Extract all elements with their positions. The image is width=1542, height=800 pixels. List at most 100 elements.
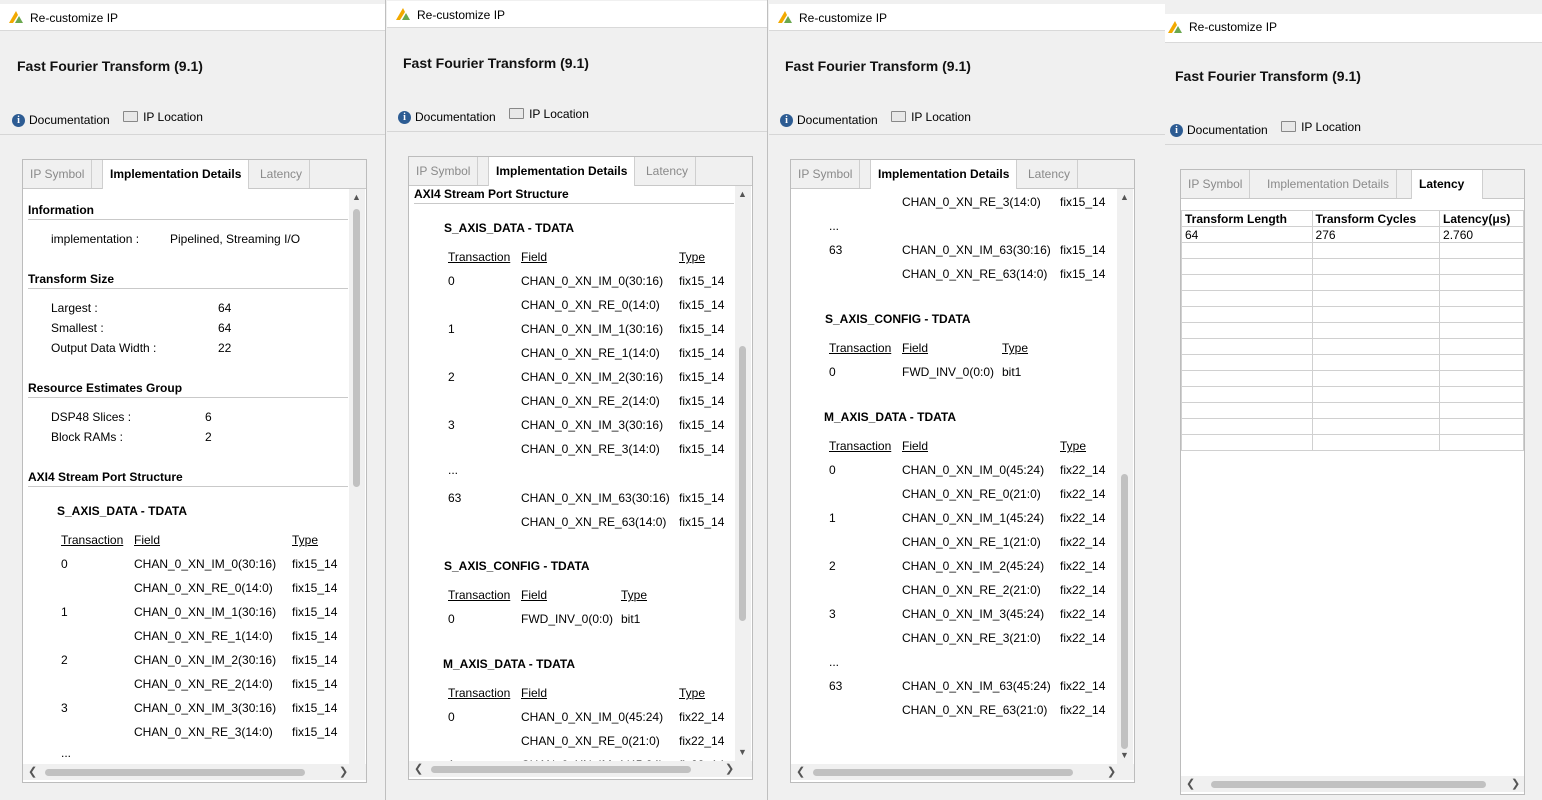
scrollbar-thumb[interactable] xyxy=(813,769,1073,776)
info-icon: i xyxy=(12,113,25,127)
scroll-up-arrow-icon[interactable]: ▲ xyxy=(738,189,747,199)
scroll-left-arrow-icon[interactable]: ❮ xyxy=(796,765,805,778)
smallest-label: Smallest : xyxy=(51,321,104,335)
row-type: fix15_14 xyxy=(679,322,725,336)
row-type: fix22_14 xyxy=(679,710,725,724)
window-title: Re-customize IP xyxy=(417,8,506,22)
details-panel: IP Symbol Implementation Details Latency… xyxy=(408,156,753,780)
scroll-right-arrow-icon[interactable]: ❯ xyxy=(725,762,734,775)
documentation-link[interactable]: i Documentation xyxy=(1170,123,1268,137)
latency-empty-cell xyxy=(1311,370,1441,387)
ip-location-link[interactable]: IP Location xyxy=(509,107,589,121)
latency-empty-cell xyxy=(1181,290,1313,307)
title-bar[interactable]: Re-customize IP xyxy=(1165,14,1542,43)
latency-empty-cell xyxy=(1181,402,1313,419)
tab-ip-symbol[interactable]: IP Symbol xyxy=(23,160,93,188)
scroll-right-arrow-icon[interactable]: ❯ xyxy=(1511,777,1520,790)
tab-ip-symbol[interactable]: IP Symbol xyxy=(791,160,861,188)
row-type: fix15_14 xyxy=(1060,267,1106,281)
tab-latency[interactable]: Latency xyxy=(639,157,697,185)
row-type: fix15_14 xyxy=(292,629,338,643)
scrollbar-thumb[interactable] xyxy=(45,769,305,776)
section-resource-estimates: Resource Estimates Group xyxy=(28,381,183,395)
scroll-down-arrow-icon[interactable]: ▼ xyxy=(1120,750,1129,760)
tab-implementation-details[interactable]: Implementation Details xyxy=(870,160,1018,189)
ip-location-link[interactable]: IP Location xyxy=(891,110,971,124)
row-type: fix22_14 xyxy=(1060,583,1106,597)
latency-empty-cell xyxy=(1439,322,1524,339)
m-axis-data-title: M_AXIS_DATA - TDATA xyxy=(824,410,956,424)
details-content: AXI4 Stream Port Structure S_AXIS_DATA -… xyxy=(409,186,734,761)
latency-empty-row xyxy=(1181,258,1524,275)
col-type: Type xyxy=(621,588,648,602)
title-bar[interactable]: Re-customize IP xyxy=(387,1,767,28)
latency-empty-cell xyxy=(1181,418,1313,435)
latency-empty-cell xyxy=(1439,386,1524,403)
vertical-scrollbar[interactable]: ▲ ▼ xyxy=(1117,189,1133,764)
tab-implementation-details[interactable]: Implementation Details xyxy=(102,160,250,189)
latency-empty-row xyxy=(1181,242,1524,259)
row-transaction: 2 xyxy=(448,370,455,384)
horizontal-scrollbar[interactable]: ❮ ❯ xyxy=(23,764,366,780)
latency-empty-cell xyxy=(1181,354,1313,371)
title-bar[interactable]: Re-customize IP xyxy=(769,4,1165,31)
scroll-right-arrow-icon[interactable]: ❯ xyxy=(339,765,348,778)
vertical-scrollbar[interactable]: ▲ ▼ xyxy=(735,186,751,761)
config-transaction: 0 xyxy=(448,612,455,626)
latency-empty-cell xyxy=(1439,338,1524,355)
tab-ip-symbol[interactable]: IP Symbol xyxy=(409,157,479,185)
horizontal-scrollbar[interactable]: ❮ ❯ xyxy=(409,761,752,777)
scrollbar-thumb[interactable] xyxy=(353,209,360,487)
output-data-width-value: 22 xyxy=(218,341,232,355)
row-field: CHAN_0_XN_IM_2(45:24) xyxy=(902,559,1045,573)
block-rams-value: 2 xyxy=(205,430,212,444)
title-bar[interactable]: Re-customize IP xyxy=(0,4,385,31)
row-type: fix22_14 xyxy=(1060,703,1106,717)
scrollbar-thumb[interactable] xyxy=(431,766,691,773)
vivado-logo-icon xyxy=(396,8,410,20)
ip-dialog-4: Re-customize IP Fast Fourier Transform (… xyxy=(1165,0,1542,800)
scrollbar-thumb[interactable] xyxy=(1211,781,1486,788)
row-type: fix15_14 xyxy=(292,581,338,595)
tab-latency[interactable]: Latency xyxy=(1411,170,1483,199)
tab-implementation-details[interactable]: Implementation Details xyxy=(488,157,636,186)
documentation-link[interactable]: i Documentation xyxy=(780,113,878,127)
details-content: Information implementation : Pipelined, … xyxy=(23,189,348,764)
row-field: CHAN_0_XN_RE_63(14:0) xyxy=(902,267,1048,281)
tab-ip-symbol[interactable]: IP Symbol xyxy=(1181,170,1251,198)
scroll-right-arrow-icon[interactable]: ❯ xyxy=(1107,765,1116,778)
row-field: CHAN_0_XN_RE_0(21:0) xyxy=(902,487,1041,501)
latency-row: 64 276 2.760 xyxy=(1181,226,1524,243)
tab-latency[interactable]: Latency xyxy=(253,160,311,188)
documentation-link[interactable]: i Documentation xyxy=(12,113,110,127)
tab-latency[interactable]: Latency xyxy=(1021,160,1079,188)
documentation-label: Documentation xyxy=(29,113,110,127)
ip-location-link[interactable]: IP Location xyxy=(123,110,203,124)
row-type: fix15_14 xyxy=(1060,195,1106,209)
scrollbar-thumb[interactable] xyxy=(739,346,746,621)
documentation-link[interactable]: i Documentation xyxy=(398,110,496,124)
section-transform-size: Transform Size xyxy=(28,272,115,286)
scroll-left-arrow-icon[interactable]: ❮ xyxy=(1186,777,1195,790)
latency-empty-cell xyxy=(1181,370,1313,387)
col-field: Field xyxy=(521,588,548,602)
scroll-down-arrow-icon[interactable]: ▼ xyxy=(738,747,747,757)
window-title: Re-customize IP xyxy=(30,11,119,25)
row-field: CHAN_0_XN_IM_1(45:24) xyxy=(902,511,1045,525)
vertical-scrollbar[interactable]: ▲ xyxy=(349,189,365,764)
col-transaction: Transaction xyxy=(829,341,892,355)
details-panel: IP Symbol Implementation Details Latency… xyxy=(790,159,1135,783)
header-links: i Documentation IP Location xyxy=(1170,120,1371,137)
scroll-up-arrow-icon[interactable]: ▲ xyxy=(1120,192,1129,202)
scroll-left-arrow-icon[interactable]: ❮ xyxy=(414,762,423,775)
folder-icon xyxy=(123,110,139,122)
col-transaction: Transaction xyxy=(448,686,511,700)
latency-empty-cell xyxy=(1311,290,1441,307)
horizontal-scrollbar[interactable]: ❮ ❯ xyxy=(791,764,1134,780)
scroll-up-arrow-icon[interactable]: ▲ xyxy=(352,192,361,202)
horizontal-scrollbar[interactable]: ❮ ❯ xyxy=(1181,776,1524,792)
scrollbar-thumb[interactable] xyxy=(1121,474,1128,749)
scroll-left-arrow-icon[interactable]: ❮ xyxy=(28,765,37,778)
ip-location-link[interactable]: IP Location xyxy=(1281,120,1361,134)
tab-implementation-details[interactable]: Implementation Details xyxy=(1260,170,1398,198)
